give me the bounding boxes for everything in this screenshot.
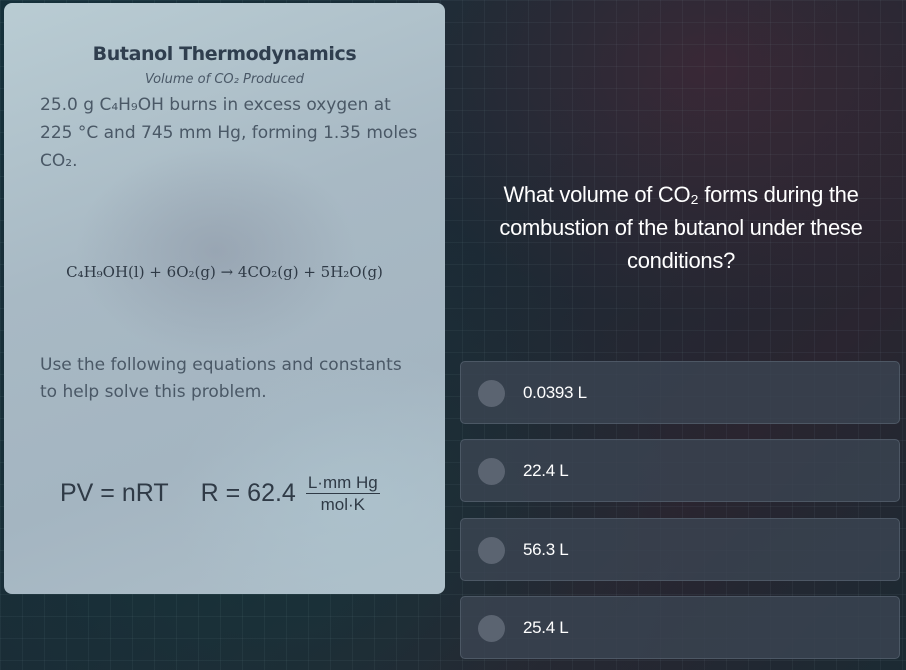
answer-option-2[interactable]: 22.4 L <box>460 439 900 502</box>
problem-card: Butanol Thermodynamics Volume of CO₂ Pro… <box>4 3 445 594</box>
answer-option-1[interactable]: 0.0393 L <box>460 361 900 424</box>
radio-icon[interactable] <box>478 537 505 564</box>
formula-block: PV = nRT R = 62.4 L·mm Hg mol·K <box>60 473 380 514</box>
radio-icon[interactable] <box>478 380 505 407</box>
answer-label: 22.4 L <box>523 461 569 480</box>
answer-option-4[interactable]: 25.4 L <box>460 596 900 659</box>
radio-icon[interactable] <box>478 458 505 485</box>
chemical-equation: C₄H₉OH(l) + 6O₂(g) → 4CO₂(g) + 5H₂O(g) <box>66 263 383 281</box>
question-text: What volume of CO₂ forms during the comb… <box>499 182 863 273</box>
ideal-gas-law: PV = nRT <box>60 479 169 507</box>
answer-label: 0.0393 L <box>523 383 587 402</box>
unit-numerator: L·mm Hg <box>305 473 380 494</box>
answer-option-3[interactable]: 56.3 L <box>460 518 900 581</box>
answer-label: 25.4 L <box>523 618 569 637</box>
gas-constant-unit: L·mm Hg mol·K <box>305 473 380 514</box>
problem-statement: 25.0 g C₄H₉OH burns in excess oxygen at … <box>40 95 418 171</box>
gas-constant: R = 62.4 <box>200 479 296 507</box>
hint-text: Use the following equations and constant… <box>40 355 402 402</box>
unit-denominator: mol·K <box>320 495 365 514</box>
card-subtitle: Volume of CO₂ Produced <box>144 72 305 87</box>
radio-icon[interactable] <box>478 615 505 642</box>
card-title: Butanol Thermodynamics <box>92 43 357 65</box>
answer-label: 56.3 L <box>523 540 569 559</box>
